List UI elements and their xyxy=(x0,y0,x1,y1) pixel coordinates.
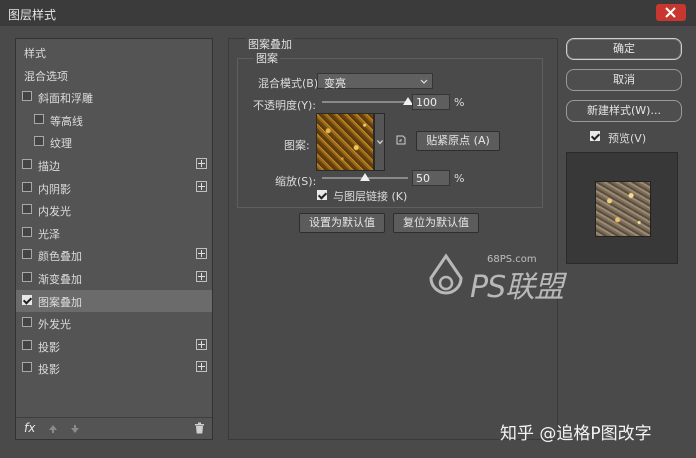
pattern-swatch[interactable] xyxy=(316,113,374,171)
sidebar-item-checkbox[interactable] xyxy=(22,362,32,373)
sidebar-item-checkbox[interactable] xyxy=(22,339,32,350)
new-style-button[interactable]: 新建样式(W)... xyxy=(566,100,682,122)
sidebar-item[interactable]: 图案叠加 xyxy=(16,289,212,312)
cancel-button[interactable]: 取消 xyxy=(566,69,682,91)
scale-unit: % xyxy=(454,172,465,185)
add-effect-icon[interactable] xyxy=(196,180,207,192)
credit-text: 知乎 @追格P图改字 xyxy=(500,424,652,444)
blend-mode-label: 混合模式(B): xyxy=(258,77,322,90)
scale-value: 50 xyxy=(416,172,430,185)
sidebar-item-label: 渐变叠加 xyxy=(38,273,82,286)
sidebar-item-label: 等高线 xyxy=(50,114,83,128)
add-effect-icon[interactable] xyxy=(196,361,207,373)
move-down-icon[interactable] xyxy=(70,424,80,434)
link-with-layer-label: 与图层链接 (K) xyxy=(333,190,408,203)
ok-button[interactable]: 确定 xyxy=(566,38,682,60)
move-up-icon[interactable] xyxy=(48,424,58,434)
preview-toggle[interactable]: 预览(V) xyxy=(590,130,690,146)
sidebar-item-label: 斜面和浮雕 xyxy=(38,92,93,106)
sidebar-item[interactable]: 渐变叠加 xyxy=(16,267,212,289)
link-checkbox[interactable] xyxy=(317,190,327,200)
snap-to-origin-button[interactable]: 贴紧原点 (A) xyxy=(416,131,500,151)
add-effect-icon[interactable] xyxy=(196,271,207,282)
trash-icon[interactable] xyxy=(194,422,205,434)
sidebar-item-label: 投影 xyxy=(38,363,60,377)
sidebar-item-checkbox[interactable] xyxy=(22,249,32,260)
sidebar-item-checkbox[interactable] xyxy=(34,136,44,147)
sidebar-item-checkbox[interactable] xyxy=(34,113,44,124)
sidebar-item-checkbox[interactable] xyxy=(22,181,32,192)
sidebar-item-label: 图案叠加 xyxy=(38,295,82,309)
sidebar-item-label: 纹理 xyxy=(50,137,72,151)
sidebar-item[interactable]: 内阴影 xyxy=(16,177,212,199)
sidebar-item[interactable]: 颜色叠加 xyxy=(16,244,212,266)
set-default-button[interactable]: 设置为默认值 xyxy=(299,213,385,233)
sidebar-divider xyxy=(16,417,212,418)
sidebar-item-checkbox[interactable] xyxy=(22,204,32,215)
chevron-down-icon xyxy=(377,140,383,145)
sidebar-item-label: 外发光 xyxy=(38,318,71,332)
sidebar-item[interactable]: 描边 xyxy=(16,154,212,176)
sidebar-item[interactable]: 内发光 xyxy=(16,199,212,221)
sidebar-item-label: 颜色叠加 xyxy=(38,250,82,264)
add-effect-icon[interactable] xyxy=(196,338,207,350)
sidebar-item-checkbox[interactable] xyxy=(22,294,32,305)
pattern-subtitle: 图案 xyxy=(254,50,280,66)
sidebar-item-checkbox[interactable] xyxy=(22,91,32,102)
sidebar-item[interactable]: 投影 xyxy=(16,357,212,379)
scale-slider-handle[interactable] xyxy=(360,173,370,181)
window-title: 图层样式 xyxy=(8,8,57,22)
sidebar-item[interactable]: 纹理 xyxy=(16,131,212,153)
add-effect-icon[interactable] xyxy=(196,248,207,260)
sidebar-item[interactable]: 外发光 xyxy=(16,312,212,334)
sidebar-item-label: 投影 xyxy=(38,340,60,354)
sidebar-item-label: 描边 xyxy=(38,160,60,173)
sidebar-item[interactable]: 光泽 xyxy=(16,222,212,244)
blend-mode-select[interactable]: 变亮 xyxy=(317,73,433,90)
scale-label: 缩放(S): xyxy=(275,175,317,188)
add-effect-icon[interactable] xyxy=(196,158,207,169)
sidebar-footer: fx xyxy=(16,419,212,439)
preview-checkbox[interactable] xyxy=(590,131,600,141)
sidebar-item-label: 内阴影 xyxy=(38,182,71,196)
sidebar-item[interactable]: 等高线 xyxy=(16,109,212,131)
preview-thumbnail xyxy=(595,181,651,237)
sidebar-item-label: 内发光 xyxy=(38,205,71,219)
pattern-picker-toggle[interactable] xyxy=(374,113,385,171)
opacity-label: 不透明度(Y): xyxy=(253,99,317,112)
sidebar-item-checkbox[interactable] xyxy=(22,159,32,169)
sidebar-item-checkbox[interactable] xyxy=(22,317,32,328)
close-icon xyxy=(665,7,676,18)
fx-icon[interactable]: fx xyxy=(24,421,35,435)
sidebar-item[interactable]: 投影 xyxy=(16,335,212,357)
opacity-value: 100 xyxy=(416,96,437,109)
style-list: 样式混合选项斜面和浮雕等高线纹理描边内阴影内发光光泽颜色叠加渐变叠加图案叠加外发… xyxy=(15,38,213,440)
style-preview xyxy=(566,152,678,264)
sidebar-item-label: 光泽 xyxy=(38,227,60,241)
sidebar-item[interactable]: 样式 xyxy=(16,41,212,63)
pattern-label: 图案: xyxy=(284,139,310,152)
opacity-slider[interactable] xyxy=(322,101,408,103)
sidebar-item[interactable]: 混合选项 xyxy=(16,64,212,86)
chevron-down-icon xyxy=(420,79,428,84)
sidebar-item-label: 混合选项 xyxy=(24,69,68,83)
sidebar-item[interactable]: 斜面和浮雕 xyxy=(16,86,212,108)
opacity-unit: % xyxy=(454,96,465,109)
blend-mode-value: 变亮 xyxy=(324,77,346,90)
watermark-logo xyxy=(429,253,463,295)
new-preset-icon[interactable] xyxy=(396,135,406,145)
sidebar-item-checkbox[interactable] xyxy=(22,272,32,282)
opacity-input[interactable]: 100 xyxy=(412,94,450,110)
preview-label: 预览(V) xyxy=(608,132,647,145)
scale-input[interactable]: 50 xyxy=(412,170,450,186)
close-button[interactable] xyxy=(656,4,686,21)
sidebar-item-label: 样式 xyxy=(24,47,46,60)
watermark-brand: PS联盟 xyxy=(470,270,564,305)
reset-default-button[interactable]: 复位为默认值 xyxy=(393,213,479,233)
title-bar: 图层样式 xyxy=(0,0,696,26)
sidebar-item-checkbox[interactable] xyxy=(22,226,32,237)
